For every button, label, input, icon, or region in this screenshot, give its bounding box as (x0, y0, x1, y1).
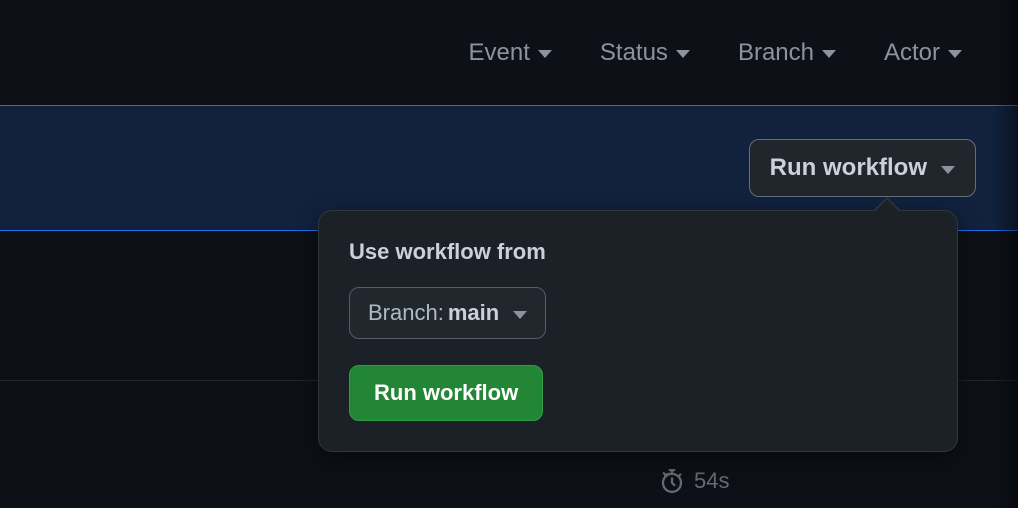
filter-status[interactable]: Status (600, 39, 690, 67)
caret-down-icon (676, 50, 690, 58)
branch-selector-prefix: Branch: (368, 300, 444, 326)
filter-branch[interactable]: Branch (738, 39, 836, 67)
filter-event-label: Event (469, 39, 530, 67)
run-workflow-submit-button[interactable]: Run workflow (349, 365, 543, 421)
caret-down-icon (513, 311, 527, 319)
filter-actor[interactable]: Actor (884, 39, 962, 67)
branch-selector-button[interactable]: Branch: main (349, 287, 546, 339)
filter-actor-label: Actor (884, 39, 940, 67)
caret-down-icon (822, 50, 836, 58)
run-workflow-dropdown-label: Run workflow (770, 154, 927, 182)
popover-title: Use workflow from (349, 239, 927, 265)
caret-down-icon (941, 166, 955, 174)
run-duration: 54s (660, 468, 729, 494)
caret-down-icon (948, 50, 962, 58)
filter-branch-label: Branch (738, 39, 814, 67)
filter-bar: Event Status Branch Actor (0, 0, 1018, 106)
run-workflow-dropdown-button[interactable]: Run workflow (749, 139, 976, 197)
filter-event[interactable]: Event (469, 39, 552, 67)
branch-selector-value: main (448, 300, 499, 326)
run-workflow-popover: Use workflow from Branch: main Run workf… (318, 210, 958, 452)
caret-down-icon (538, 50, 552, 58)
filter-status-label: Status (600, 39, 668, 67)
run-duration-value: 54s (694, 468, 729, 494)
stopwatch-icon (660, 469, 684, 493)
